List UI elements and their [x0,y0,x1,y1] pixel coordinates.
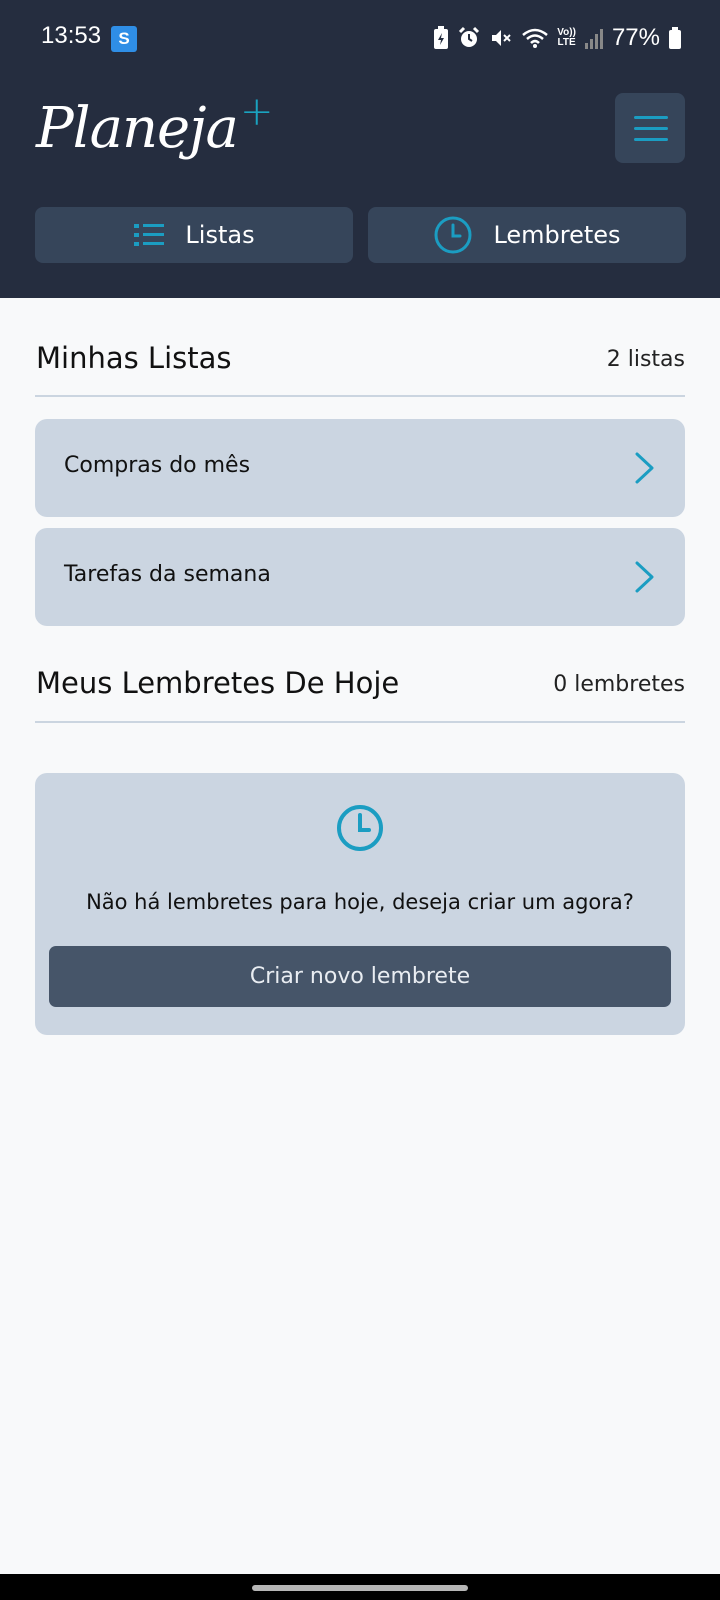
tab-listas-label: Listas [185,221,255,249]
app-notification-icon: S [111,26,137,52]
logo-text: Planeja [36,96,239,161]
chevron-right-icon [635,561,654,593]
app-header: 13:53 S Vo)) LTE 77% Planeja+ Listas Lem… [0,0,720,298]
empty-reminders-message: Não há lembretes para hoje, deseja criar… [86,890,634,914]
tab-lembretes[interactable]: Lembretes [368,207,686,263]
list-item-label: Tarefas da semana [64,562,271,587]
mute-icon [492,30,511,46]
home-gesture-handle[interactable] [252,1585,468,1591]
tab-listas[interactable]: Listas [35,207,353,263]
wifi-icon [522,28,549,48]
reminders-section-title: Meus Lembretes De Hoje [36,666,400,700]
list-item[interactable]: Tarefas da semana [35,528,685,626]
app-logo: Planeja+ [36,84,274,174]
clock-icon [434,216,472,254]
volte-bottom-label: LTE [557,37,576,48]
divider [35,395,685,397]
list-item[interactable]: Compras do mês [35,419,685,517]
tab-lembretes-label: Lembretes [493,221,621,249]
logo-plus: + [239,89,274,135]
menu-button[interactable] [615,93,685,163]
divider [35,721,685,723]
system-navigation-bar [0,1574,720,1600]
status-time: 13:53 [41,22,102,49]
battery-saver-icon [434,26,449,49]
chevron-right-icon [635,452,654,484]
create-reminder-button[interactable]: Criar novo lembrete [49,946,671,1007]
reminders-count: 0 lembretes [553,672,685,697]
status-bar: 13:53 S Vo)) LTE 77% [0,0,720,76]
empty-reminders-card: Não há lembretes para hoje, deseja criar… [35,773,685,1035]
alarm-icon [459,26,480,47]
list-icon [134,224,165,246]
list-item-label: Compras do mês [64,453,251,478]
hamburger-line [634,138,668,141]
battery-percentage: 77% [611,24,660,51]
hamburger-line [634,127,668,130]
clock-icon [337,805,383,851]
status-icons: Vo)) LTE 77% [433,22,682,54]
signal-icon [584,29,603,49]
battery-icon [669,27,681,49]
volte-indicator: Vo)) LTE [557,28,576,48]
lists-section-title: Minhas Listas [36,341,232,375]
lists-count: 2 listas [606,347,685,372]
hamburger-line [634,116,668,119]
